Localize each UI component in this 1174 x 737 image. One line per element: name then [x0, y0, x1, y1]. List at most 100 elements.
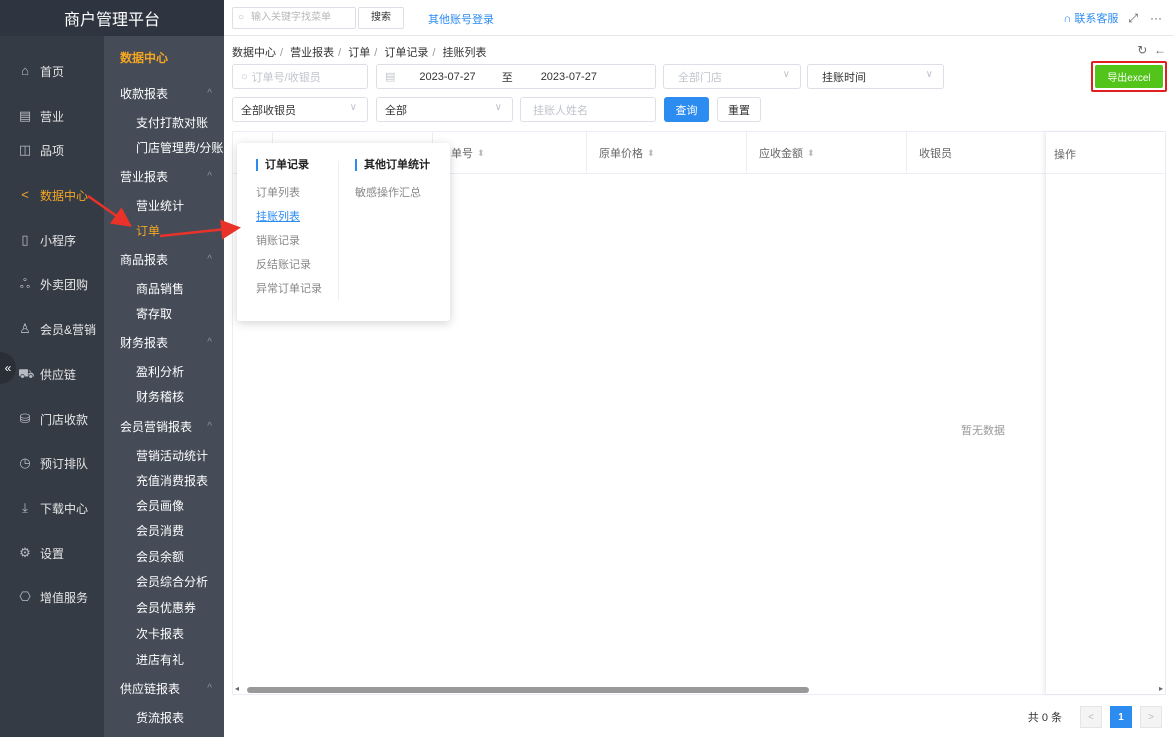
table-header-operation: 操作 — [1054, 149, 1076, 161]
breadcrumb-item[interactable]: 订单记录 — [384, 47, 428, 59]
nav-member[interactable]: ♙ 会员&营销 — [0, 318, 104, 340]
popup-item-credit-list[interactable]: 挂账列表 — [256, 205, 322, 229]
breadcrumb-item[interactable]: 订单 — [348, 47, 370, 59]
table-header-original-price[interactable]: 原单价格 ⬍ — [587, 132, 747, 174]
sort-icon: ⬍ — [477, 147, 485, 158]
nav2-item[interactable]: 会员画像 — [104, 495, 224, 515]
contact-service-link[interactable]: ∩ 联系客服 — [1063, 10, 1118, 26]
nav-takeout[interactable]: ஃ 外卖团购 — [0, 273, 104, 295]
nav-download[interactable]: ⤓ 下载中心 — [0, 497, 104, 519]
chevron-up-icon: ^ — [207, 253, 212, 265]
nav2-item[interactable]: 货流报表 — [104, 707, 224, 727]
nav2-item[interactable]: 支付打款对账 — [104, 112, 224, 132]
nav2-group-finance[interactable]: 财务报表 ^ — [104, 332, 224, 352]
chevron-up-icon: ^ — [207, 87, 212, 99]
chevron-down-icon: ∨ — [494, 102, 502, 113]
nav2-item[interactable]: 营销活动统计 — [104, 445, 224, 465]
cashier-select[interactable]: 全部收银员 ∨ — [232, 97, 368, 122]
status-select[interactable]: 全部 ∨ — [376, 97, 513, 122]
scrollbar-thumb[interactable] — [247, 687, 809, 693]
nav2-item[interactable]: 进店有礼 — [104, 649, 224, 669]
nav-payment[interactable]: ⛁ 门店收款 — [0, 408, 104, 430]
nav2-item[interactable]: 商品销售 — [104, 278, 224, 298]
nav2-item[interactable]: 会员优惠券 — [104, 597, 224, 617]
scroll-right-icon[interactable]: ▸ — [1159, 684, 1163, 693]
scroll-left-icon[interactable]: ◂ — [235, 684, 239, 693]
nav-reservation[interactable]: ◷ 预订排队 — [0, 452, 104, 474]
horizontal-scrollbar[interactable]: ◂ ▸ — [233, 684, 1165, 694]
next-page-button[interactable]: > — [1140, 706, 1162, 728]
nav2-group-business[interactable]: 营业报表 ^ — [104, 166, 224, 186]
menu-search-button[interactable]: 搜索 — [358, 7, 404, 29]
prev-page-button[interactable]: < — [1080, 706, 1102, 728]
query-button[interactable]: 查询 — [664, 97, 709, 122]
popup-col-other: 其他订单统计 敏感操作汇总 — [355, 159, 430, 205]
date-range-picker[interactable]: ▤ 2023-07-27 至 2023-07-27 — [376, 64, 656, 89]
nav2-item[interactable]: 会员综合分析 — [104, 571, 224, 591]
table-header-order-no[interactable]: 单号 ⬍ — [433, 132, 587, 174]
popup-col-title: 订单记录 — [256, 159, 322, 171]
nav2-group-payment[interactable]: 收款报表 ^ — [104, 83, 224, 103]
breadcrumb-item[interactable]: 营业报表 — [290, 47, 334, 59]
nav2-group-goods[interactable]: 商品报表 ^ — [104, 249, 224, 269]
popup-item-sensitive-ops[interactable]: 敏感操作汇总 — [355, 181, 430, 205]
nav2-item[interactable]: 寄存取 — [104, 303, 224, 323]
phone-icon: ▯ — [21, 232, 29, 247]
other-account-login-link[interactable]: 其他账号登录 — [428, 11, 494, 27]
popup-item-writeoff[interactable]: 销账记录 — [256, 229, 322, 253]
popup-item-reverse[interactable]: 反结账记录 — [256, 253, 322, 277]
more-icon[interactable]: ··· — [1150, 11, 1162, 25]
page-button-current[interactable]: 1 — [1110, 706, 1132, 728]
breadcrumb-item: 挂账列表 — [442, 47, 487, 59]
menu-search-input[interactable]: ○ 输入关键字找菜单 — [232, 7, 356, 29]
nav-data-center[interactable]: < 数据中心 — [0, 184, 104, 206]
nav-business[interactable]: ▤ 营业 — [0, 105, 104, 127]
popup-item-order-list[interactable]: 订单列表 — [256, 181, 322, 205]
refresh-icon[interactable]: ↻ — [1137, 43, 1147, 57]
nav2-item-orders[interactable]: 订单 — [104, 220, 224, 240]
breadcrumb-item[interactable]: 数据中心 — [232, 47, 276, 59]
nav2-group-member[interactable]: 会员营销报表 ^ — [104, 416, 224, 436]
popup-item-abnormal[interactable]: 异常订单记录 — [256, 277, 322, 301]
chevron-up-icon: ^ — [207, 420, 212, 432]
nav2-item[interactable]: 财务稽核 — [104, 386, 224, 406]
chevron-down-icon: ∨ — [782, 69, 790, 80]
search-icon: ○ — [241, 70, 248, 83]
secondary-nav: 数据中心 收款报表 ^ 支付打款对账 门店管理费/分账 营业报表 ^ 营业统计 订单… — [104, 36, 224, 737]
clock-icon: ◷ — [19, 455, 31, 470]
total-count: 共 0 条 — [1027, 712, 1062, 724]
calendar-icon: ▤ — [18, 108, 32, 123]
nav2-item[interactable]: 门店管理费/分账 — [104, 137, 224, 157]
order-search-input[interactable]: ○ 订单号/收银员 — [232, 64, 368, 89]
headset-icon: ∩ — [1063, 13, 1075, 25]
back-icon[interactable]: ← — [1154, 43, 1166, 57]
store-select[interactable]: 全部门店 ∨ — [663, 64, 801, 89]
nav2-item[interactable]: 次卡报表 — [104, 623, 224, 643]
popup-divider — [338, 161, 339, 301]
share-icon: < — [21, 187, 29, 202]
download-icon: ⤓ — [22, 500, 28, 515]
nav2-item[interactable]: 会员消费 — [104, 520, 224, 540]
nav2-item[interactable]: 充值消费报表 — [104, 470, 224, 490]
database-icon: ⛁ — [19, 411, 31, 426]
export-excel-button[interactable]: 导出excel — [1095, 65, 1163, 88]
nav-value-added[interactable]: ⎔ 增值服务 — [0, 586, 104, 608]
person-name-input[interactable]: 挂账人姓名 — [520, 97, 656, 122]
nav2-item[interactable]: 营业统计 — [104, 195, 224, 215]
table-header-receivable[interactable]: 应收金额 ⬍ — [747, 132, 907, 174]
nav2-item[interactable]: 会员余额 — [104, 546, 224, 566]
pagination: 共 0 条 < 1 > — [1028, 706, 1162, 728]
nav-miniapp[interactable]: ▯ 小程序 — [0, 229, 104, 251]
time-type-select[interactable]: 挂账时间 ∨ — [807, 64, 944, 89]
nav2-item[interactable]: 盈利分析 — [104, 361, 224, 381]
fullscreen-icon[interactable]: ⤢ — [1128, 11, 1138, 26]
reset-button[interactable]: 重置 — [717, 97, 761, 122]
nav2-group-supply[interactable]: 供应链报表 ^ — [104, 678, 224, 698]
chevron-left-icon: < — [1088, 711, 1094, 723]
nav-settings[interactable]: ⚙ 设置 — [0, 542, 104, 564]
chevron-up-icon: ^ — [207, 682, 212, 694]
orders-submenu-popup: 订单记录 订单列表 挂账列表 销账记录 反结账记录 异常订单记录 其他订单统计 … — [237, 143, 450, 321]
nav-items[interactable]: ◫ 品项 — [0, 139, 104, 161]
nav-home[interactable]: ⌂ 首页 — [0, 60, 104, 82]
truck-icon: ⛟ — [18, 366, 35, 381]
